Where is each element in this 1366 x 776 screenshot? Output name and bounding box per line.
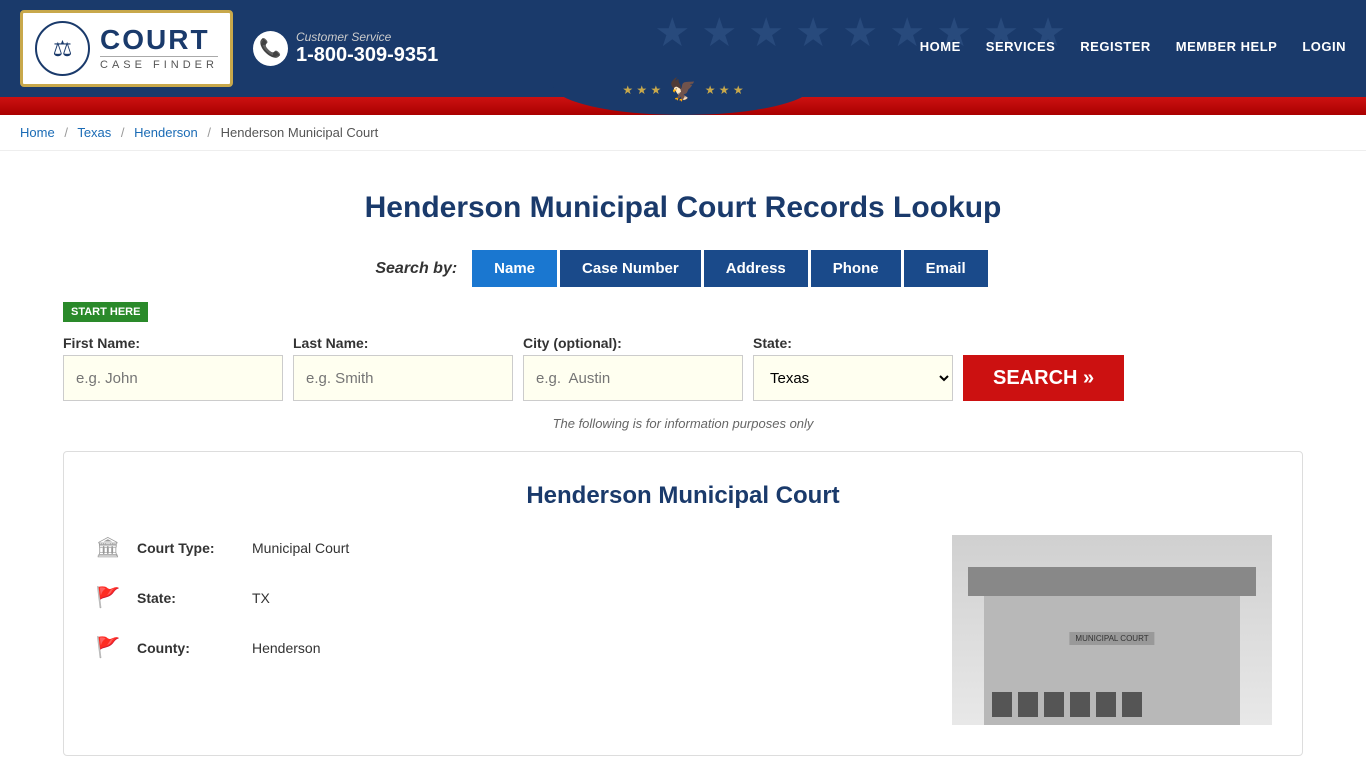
breadcrumb-sep-1: / xyxy=(64,125,68,140)
main-content: Henderson Municipal Court Records Lookup… xyxy=(43,151,1323,776)
info-note: The following is for information purpose… xyxy=(63,416,1303,431)
breadcrumb: Home / Texas / Henderson / Henderson Mun… xyxy=(0,115,1366,151)
last-name-group: Last Name: xyxy=(293,335,513,401)
first-name-label: First Name: xyxy=(63,335,283,351)
city-input[interactable] xyxy=(523,355,743,401)
state-label-detail: State: xyxy=(137,590,237,606)
tab-email[interactable]: Email xyxy=(904,250,988,287)
phone-icon: 📞 xyxy=(253,31,288,66)
search-by-row: Search by: Name Case Number Address Phon… xyxy=(63,250,1303,287)
building-window xyxy=(1096,692,1116,717)
court-details: 🏛 Court Type: Municipal Court 🚩 State: T… xyxy=(94,535,912,725)
building-window xyxy=(1018,692,1038,717)
court-building-image: MUNICIPAL COURT xyxy=(952,535,1272,725)
logo-court-text: COURT xyxy=(100,26,218,54)
building-roof xyxy=(968,567,1256,596)
building-sign: MUNICIPAL COURT xyxy=(1069,632,1154,645)
court-type-value: Municipal Court xyxy=(252,540,349,556)
city-label: City (optional): xyxy=(523,335,743,351)
start-here-badge: START HERE xyxy=(63,302,148,322)
county-icon: 🚩 xyxy=(94,635,122,660)
search-by-label: Search by: xyxy=(375,260,457,278)
court-card: Henderson Municipal Court 🏛 Court Type: … xyxy=(63,451,1303,756)
nav-login[interactable]: LOGIN xyxy=(1302,39,1346,58)
building-window xyxy=(1044,692,1064,717)
phone-box: 📞 Customer Service 1-800-309-9351 xyxy=(253,30,438,67)
stars-left: ★ ★ ★ xyxy=(622,83,661,97)
tab-case-number[interactable]: Case Number xyxy=(560,250,701,287)
state-value: TX xyxy=(252,590,270,606)
court-type-label: Court Type: xyxy=(137,540,237,556)
building-window xyxy=(992,692,1012,717)
search-form-row: First Name: Last Name: City (optional): … xyxy=(63,335,1013,401)
tab-name[interactable]: Name xyxy=(472,250,557,287)
logo-emblem-icon: ⚖ xyxy=(35,21,90,76)
stars-right: ★ ★ ★ xyxy=(705,83,744,97)
search-section: Search by: Name Case Number Address Phon… xyxy=(63,250,1303,431)
search-button[interactable]: SEARCH » xyxy=(963,355,1124,401)
tab-address[interactable]: Address xyxy=(704,250,808,287)
breadcrumb-sep-2: / xyxy=(121,125,125,140)
last-name-input[interactable] xyxy=(293,355,513,401)
nav-member-help[interactable]: MEMBER HELP xyxy=(1176,39,1278,58)
breadcrumb-current: Henderson Municipal Court xyxy=(221,125,379,140)
court-type-row: 🏛 Court Type: Municipal Court xyxy=(94,535,912,560)
nav-services[interactable]: SERVICES xyxy=(986,39,1056,58)
breadcrumb-henderson[interactable]: Henderson xyxy=(134,125,198,140)
wave-banner: ★ ★ ★ 🦅 ★ ★ ★ xyxy=(0,97,1366,115)
eagle-icon: 🦅 xyxy=(669,77,696,103)
state-select[interactable]: Texas Alabama Alaska Arizona Arkansas Ca… xyxy=(753,355,953,401)
breadcrumb-texas[interactable]: Texas xyxy=(77,125,111,140)
state-group: State: Texas Alabama Alaska Arizona Arka… xyxy=(753,335,953,401)
main-nav: HOME SERVICES REGISTER MEMBER HELP LOGIN xyxy=(920,39,1346,58)
building-window xyxy=(1122,692,1142,717)
court-info: 🏛 Court Type: Municipal Court 🚩 State: T… xyxy=(94,535,1272,725)
wave-center-emblem: ★ ★ ★ 🦅 ★ ★ ★ xyxy=(553,65,813,115)
logo-case-finder-text: CASE FINDER xyxy=(100,56,218,71)
state-label: State: xyxy=(753,335,953,351)
site-logo[interactable]: ⚖ COURT CASE FINDER xyxy=(20,10,233,87)
state-icon: 🚩 xyxy=(94,585,122,610)
building-body: MUNICIPAL COURT xyxy=(984,592,1240,725)
tab-phone[interactable]: Phone xyxy=(811,250,901,287)
customer-service-label: Customer Service xyxy=(296,30,438,44)
court-type-icon: 🏛 xyxy=(94,535,122,560)
first-name-group: First Name: xyxy=(63,335,283,401)
state-row: 🚩 State: TX xyxy=(94,585,912,610)
breadcrumb-sep-3: / xyxy=(207,125,211,140)
phone-number: 1-800-309-9351 xyxy=(296,44,438,67)
page-title: Henderson Municipal Court Records Lookup xyxy=(63,191,1303,225)
county-row: 🚩 County: Henderson xyxy=(94,635,912,660)
breadcrumb-home[interactable]: Home xyxy=(20,125,55,140)
county-value: Henderson xyxy=(252,640,321,656)
court-card-title: Henderson Municipal Court xyxy=(94,482,1272,510)
building-window xyxy=(1070,692,1090,717)
last-name-label: Last Name: xyxy=(293,335,513,351)
first-name-input[interactable] xyxy=(63,355,283,401)
nav-register[interactable]: REGISTER xyxy=(1080,39,1150,58)
city-group: City (optional): xyxy=(523,335,743,401)
county-label: County: xyxy=(137,640,237,656)
nav-home[interactable]: HOME xyxy=(920,39,961,58)
